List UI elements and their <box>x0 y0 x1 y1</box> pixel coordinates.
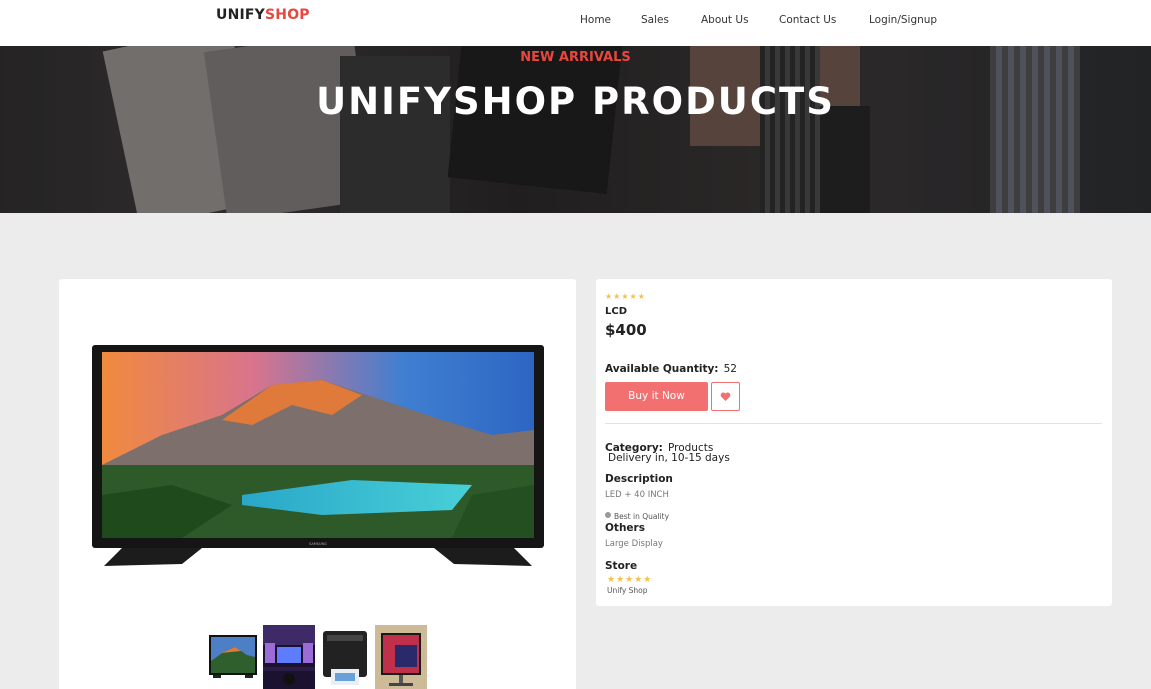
others-value: Large Display <box>605 539 663 549</box>
hero-title: UNIFYSHOP PRODUCTS <box>316 80 835 123</box>
thumbnail-strip <box>207 625 427 689</box>
store-name-link[interactable]: Unify Shop <box>607 586 648 595</box>
navbar: UNIFYSHOP Home Sales About Us Contact Us… <box>0 0 1151 46</box>
brand-logo-part1: UNIFY <box>216 7 265 23</box>
product-price: $400 <box>605 321 647 339</box>
product-main-image[interactable]: SAMSUNG <box>92 345 544 566</box>
hero-overlay <box>0 46 1151 213</box>
nav-sales-link[interactable]: Sales <box>641 14 669 26</box>
heart-icon <box>720 392 731 401</box>
quality-tag-label: Best in Quality <box>614 512 670 521</box>
wishlist-button[interactable] <box>711 382 740 411</box>
description-heading: Description <box>605 473 673 485</box>
hero-subtitle: NEW ARRIVALS <box>520 50 631 65</box>
thumbnail-tv[interactable] <box>207 625 259 689</box>
thumbnail-monitor[interactable] <box>375 625 427 689</box>
nav-login-link[interactable]: Login/Signup <box>869 14 937 26</box>
product-name: LCD <box>605 306 628 317</box>
thumbnail-gaming-room[interactable] <box>263 625 315 689</box>
buy-now-button[interactable]: Buy it Now <box>605 382 708 411</box>
brand-logo-part2: SHOP <box>265 7 310 23</box>
store-rating-stars-icon: ★★★★★ <box>607 575 653 585</box>
hero-banner: NEW ARRIVALS UNIFYSHOP PRODUCTS <box>0 46 1151 213</box>
available-quantity: Available Quantity: 52 <box>605 357 737 376</box>
quality-tag: Best in Quality <box>605 504 669 523</box>
divider <box>605 423 1102 424</box>
nav-about-link[interactable]: About Us <box>701 14 749 26</box>
quantity-label: Available Quantity: <box>605 363 719 375</box>
tv-brand-label: SAMSUNG <box>309 542 327 546</box>
rating-stars-icon: ★★★★★ <box>605 292 646 301</box>
nav-home-link[interactable]: Home <box>580 14 611 26</box>
quantity-value: 52 <box>723 363 737 375</box>
thumbnail-printer[interactable] <box>319 625 371 689</box>
nav-contact-link[interactable]: Contact Us <box>779 14 836 26</box>
store-heading: Store <box>605 560 638 572</box>
brand-logo[interactable]: UNIFYSHOP <box>216 7 310 23</box>
delivery-info: Delivery in, 10-15 days <box>608 452 730 464</box>
others-heading: Others <box>605 522 645 534</box>
status-dot-icon <box>605 511 611 518</box>
description-value: LED + 40 INCH <box>605 490 669 500</box>
